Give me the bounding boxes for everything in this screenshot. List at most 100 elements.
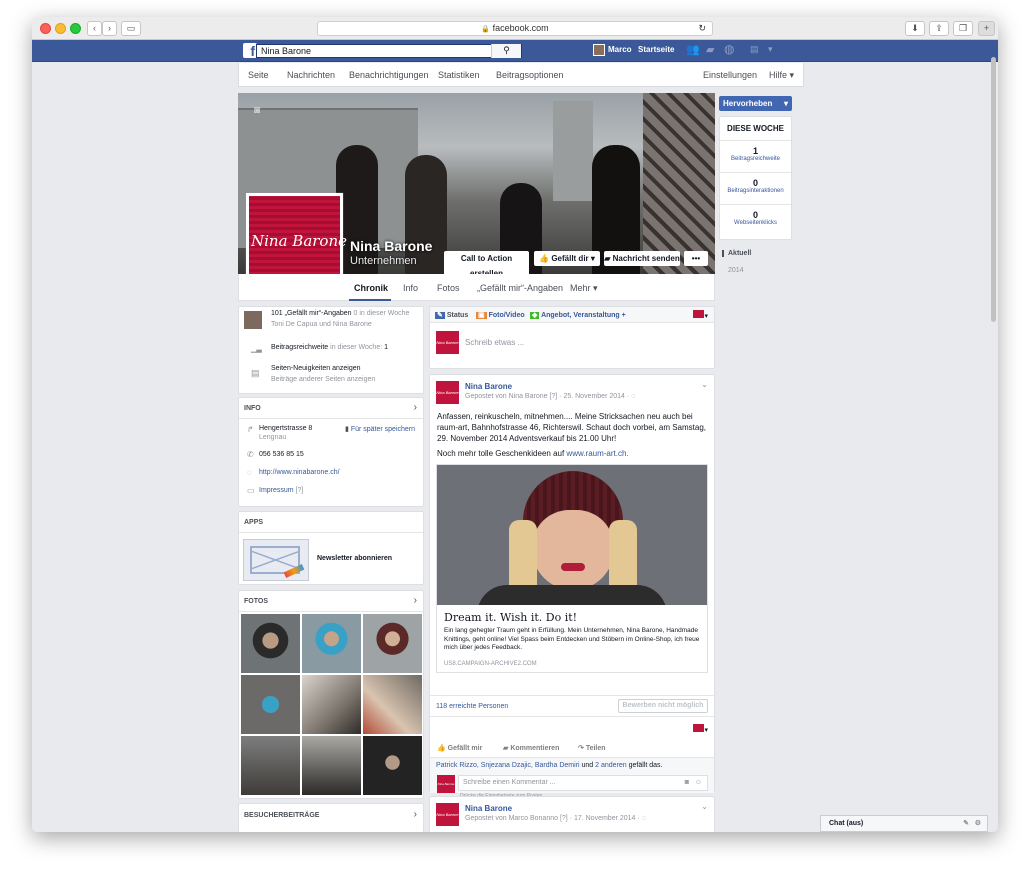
account-menu-icon[interactable]: ▾ (768, 44, 773, 55)
timeline-current[interactable]: Aktuell (728, 250, 751, 257)
newsletter-app-label[interactable]: Newsletter abonnieren (317, 555, 392, 562)
likers-names[interactable]: Patrick Rizzo, Snjezana Dzajic, Bardha D… (436, 762, 580, 769)
photo-thumb[interactable] (363, 614, 422, 673)
phone-number: 056 536 85 15 (259, 451, 304, 458)
info-heading[interactable]: INFO (244, 405, 261, 412)
photo-thumb[interactable] (363, 736, 422, 795)
like-action[interactable]: 👍 Gefällt mir (437, 744, 482, 752)
settings-link[interactable]: Einstellungen (703, 70, 757, 80)
tab-likes[interactable]: „Gefällt mir“-Angaben (477, 283, 563, 293)
liked-button[interactable]: 👍 Gefällt dir ▾ (534, 251, 600, 266)
photo-thumb[interactable] (363, 675, 422, 734)
address-bar[interactable]: 🔒 facebook.com ↻ (317, 21, 713, 36)
gear-icon[interactable]: ⚙ (975, 816, 981, 831)
timeline-year[interactable]: 2014 (728, 267, 744, 274)
avatar[interactable] (593, 44, 605, 56)
facebook-logo-icon[interactable]: f (243, 43, 257, 59)
nav-item-beitragsoptionen[interactable]: Beitragsoptionen (496, 70, 564, 80)
tab-fotos[interactable]: Fotos (437, 283, 460, 293)
composer-input[interactable]: Schreib etwas ... (465, 338, 524, 347)
tab-more[interactable]: Mehr ▾ (570, 283, 598, 294)
camera-icon[interactable]: ◙ (685, 776, 689, 790)
photo-thumb[interactable] (241, 614, 300, 673)
emoji-icon[interactable]: ☺ (695, 776, 702, 790)
offer-event-tab[interactable]: ◈ Angebot, Veranstaltung + (530, 311, 626, 319)
close-window-button[interactable] (40, 23, 51, 34)
nav-item-statistiken[interactable]: Statistiken (438, 70, 480, 80)
chevron-right-icon[interactable]: › (414, 595, 417, 606)
photos-heading[interactable]: FOTOS (244, 598, 268, 605)
zoom-window-button[interactable] (70, 23, 81, 34)
reload-icon[interactable]: ↻ (698, 22, 706, 35)
messages-icon[interactable]: ▰ (706, 43, 714, 56)
sidebar-toggle-icon[interactable]: ▭ (121, 21, 141, 36)
likes-count[interactable]: 101 „Gefällt mir“-Angaben 0 in dieser Wo… (271, 310, 409, 317)
chevron-right-icon[interactable]: › (414, 402, 417, 413)
boost-button[interactable]: Bewerben nicht möglich (618, 699, 708, 713)
user-name-link[interactable]: Marco (608, 45, 632, 54)
chat-bar[interactable]: Chat (aus) ✎ ⚙ (820, 815, 988, 832)
reach-row[interactable]: Beitragsreichweite in dieser Woche: 1 (271, 344, 388, 351)
scrollbar[interactable] (991, 57, 996, 322)
nav-item-benachrichtigungen[interactable]: Benachrichtigungen (349, 70, 429, 80)
back-icon[interactable]: ‹ (87, 21, 102, 36)
nav-item-seite[interactable]: Seite (248, 70, 269, 80)
newsletter-app-icon[interactable] (243, 539, 309, 581)
photo-thumb[interactable] (241, 675, 300, 734)
save-for-later-link[interactable]: ▮ Für später speichern (345, 425, 415, 433)
photo-thumb[interactable] (302, 614, 361, 673)
photo-thumb[interactable] (241, 736, 300, 795)
status-tab[interactable]: ✎ Status (435, 311, 468, 319)
website-link[interactable]: http://www.ninabarone.ch/ (259, 469, 340, 476)
raum-art-link[interactable]: www.raum-art.ch. (566, 449, 628, 458)
stat-clicks[interactable]: 0 Webseitenklicks (720, 205, 791, 237)
tab-chronik[interactable]: Chronik (354, 283, 388, 293)
page-selector[interactable]: ▾ (693, 724, 708, 734)
other-pages-posts[interactable]: Beiträge anderer Seiten anzeigen (271, 376, 375, 383)
photo-thumb[interactable] (302, 675, 361, 734)
photo-video-tab[interactable]: ▣ Foto/Video (476, 311, 525, 319)
post-author-avatar[interactable]: Nina Barone (436, 803, 459, 826)
home-link[interactable]: Startseite (638, 45, 674, 54)
link-preview[interactable]: Dream it. Wish it. Do it! Ein lang geheg… (436, 464, 708, 673)
post-author-avatar[interactable]: Nina Barone (436, 381, 459, 404)
photo-thumb[interactable] (302, 736, 361, 795)
camera-icon[interactable]: ◙ (254, 105, 260, 116)
reach-count[interactable]: 118 erreichte Personen (436, 703, 508, 710)
page-selector[interactable]: ▾ (693, 310, 708, 320)
forward-icon[interactable]: › (102, 21, 117, 36)
chevron-down-icon[interactable]: ▾ (784, 96, 788, 111)
likers-others[interactable]: 2 anderen (595, 762, 627, 769)
tab-info[interactable]: Info (403, 283, 418, 293)
post-author[interactable]: Nina Barone (465, 382, 512, 391)
impressum-link[interactable]: Impressum [?] (259, 487, 303, 494)
download-icon[interactable]: ⬇ (905, 21, 925, 36)
search-icon[interactable]: ⚲ (491, 44, 521, 58)
comment-input[interactable]: Schreibe einen Kommentar ... ◙ ☺ (458, 775, 708, 791)
chevron-down-icon[interactable]: ⌄ (701, 380, 708, 389)
compose-icon[interactable]: ✎ (963, 816, 969, 831)
visitor-posts-heading[interactable]: BESUCHERBEITRÄGE (244, 812, 319, 819)
privacy-shortcuts-icon[interactable]: ▤ (750, 44, 759, 55)
search-input[interactable]: Nina Barone ⚲ (256, 44, 522, 58)
send-message-button[interactable]: ▰ Nachricht senden (604, 251, 680, 266)
page-news-link[interactable]: Seiten-Neuigkeiten anzeigen (271, 365, 361, 372)
thumb-icon: 👍 (539, 254, 550, 263)
minimize-window-button[interactable] (55, 23, 66, 34)
more-options-button[interactable]: ••• (684, 251, 708, 266)
chevron-right-icon[interactable]: › (414, 809, 417, 820)
share-icon[interactable]: ⇪ (929, 21, 949, 36)
stat-reach[interactable]: 1 Beitragsreichweite (720, 141, 791, 173)
chevron-down-icon[interactable]: ⌄ (701, 802, 708, 811)
stat-interactions[interactable]: 0 Beitragsinteraktionen (720, 173, 791, 205)
comment-action[interactable]: ▰ Kommentieren (503, 744, 559, 752)
help-menu[interactable]: Hilfe ▾ (769, 70, 794, 81)
nav-item-nachrichten[interactable]: Nachrichten (287, 70, 335, 80)
share-action[interactable]: ↷ Teilen (578, 744, 606, 752)
promote-button[interactable]: Hervorheben ▾ (719, 96, 792, 111)
friend-requests-icon[interactable]: 👥 (686, 43, 700, 56)
notifications-icon[interactable]: ◍ (724, 42, 734, 56)
tabs-icon[interactable]: ❐ (953, 21, 973, 36)
post-author[interactable]: Nina Barone (465, 804, 512, 813)
new-tab-icon[interactable]: + (978, 21, 995, 36)
